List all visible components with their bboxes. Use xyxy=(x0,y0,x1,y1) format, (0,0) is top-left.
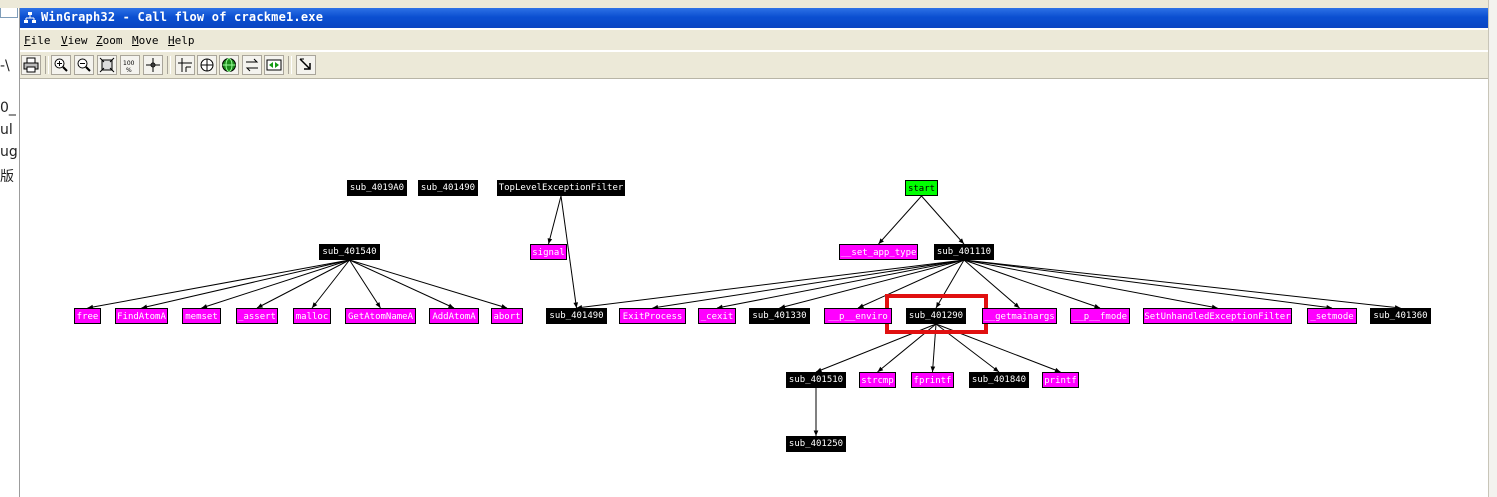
background-text-fragment: 0_ xyxy=(0,100,16,116)
graph-node-malloc[interactable]: malloc xyxy=(293,308,331,324)
toolbar-separator xyxy=(167,56,171,74)
svg-text:100: 100 xyxy=(123,60,135,67)
graph-edge xyxy=(548,195,562,245)
graph-node-sub-401490b[interactable]: sub_401490 xyxy=(546,308,607,324)
graph-node-p--environ[interactable]: __p__enviro xyxy=(824,308,892,324)
graph-node-sub-401290[interactable]: sub_401290 xyxy=(906,308,966,324)
zoom-in-button[interactable] xyxy=(51,55,71,75)
menu-bar: File View Zoom Move Help xyxy=(20,30,1488,50)
menu-zoom[interactable]: Zoom xyxy=(96,34,123,47)
graph-edges xyxy=(87,195,1401,436)
layout-icon xyxy=(178,58,192,72)
toolbar-separator xyxy=(288,56,292,74)
layout-button[interactable] xyxy=(175,55,195,75)
zoom-100-icon: 100% xyxy=(123,60,135,73)
background-text-fragment: ul xyxy=(0,122,13,138)
zoom-out-button[interactable] xyxy=(74,55,94,75)
graph-edge xyxy=(141,259,350,309)
graph-edge xyxy=(921,195,965,245)
graph-node-sub-401110[interactable]: sub_401110 xyxy=(934,244,994,260)
svg-text:%: % xyxy=(126,67,132,73)
crosshair-icon xyxy=(146,58,160,72)
radar-button[interactable] xyxy=(197,55,217,75)
follow-edge-button[interactable] xyxy=(219,55,239,75)
graph-node-toplevelexceptionfilter[interactable]: TopLevelExceptionFilter xyxy=(497,180,625,196)
graph-node-set-app-type[interactable]: __set_app_type xyxy=(839,244,918,260)
menu-help[interactable]: Help xyxy=(168,34,195,47)
graph-node-sub-401490[interactable]: sub_401490 xyxy=(418,180,478,196)
zoom-100-button[interactable]: 100% xyxy=(120,55,140,75)
zoom-in-icon xyxy=(54,58,68,72)
background-combo-box xyxy=(0,8,18,18)
graph-edge xyxy=(963,259,1333,309)
graph-node-free[interactable]: free xyxy=(74,308,101,324)
expand-icon xyxy=(266,59,282,71)
graph-edge xyxy=(349,259,508,309)
graph-node-p--fmode[interactable]: __p__fmode xyxy=(1070,308,1130,324)
menu-view[interactable]: View xyxy=(61,34,88,47)
graph-node-sub-401840[interactable]: sub_401840 xyxy=(969,372,1029,388)
graph-node-addatoma[interactable]: AddAtomA xyxy=(429,308,479,324)
print-button[interactable] xyxy=(21,55,41,75)
graph-node-memset[interactable]: memset xyxy=(182,308,221,324)
graph-node-sub-401510[interactable]: sub_401510 xyxy=(786,372,846,388)
zoom-out-icon xyxy=(77,58,91,72)
expand-button[interactable] xyxy=(264,55,284,75)
graph-node-getatomnamea[interactable]: GetAtomNameA xyxy=(345,308,416,324)
graph-node-getmainargs[interactable]: __getmainargs xyxy=(982,308,1057,324)
graph-node-sub-401360[interactable]: sub_401360 xyxy=(1370,308,1431,324)
graph-tree-icon xyxy=(24,12,36,23)
graph-node-sub-401330[interactable]: sub_401330 xyxy=(749,308,810,324)
graph-node-printf[interactable]: printf xyxy=(1042,372,1079,388)
graph-node-cexit[interactable]: _cexit xyxy=(698,308,736,324)
toolbar-separator xyxy=(45,56,49,74)
swap-button[interactable] xyxy=(242,55,262,75)
graph-node-sub-4019a0[interactable]: sub_4019A0 xyxy=(347,180,407,196)
printer-icon xyxy=(23,57,39,73)
center-button[interactable] xyxy=(143,55,163,75)
graph-edge xyxy=(963,259,1401,309)
background-text-fragment: 版 xyxy=(0,169,14,185)
graph-node-fprintf[interactable]: fprintf xyxy=(911,372,954,388)
graph-node-setmode[interactable]: _setmode xyxy=(1307,308,1357,324)
graph-node-strcmp[interactable]: strcmp xyxy=(859,372,896,388)
graph-node-exitprocess[interactable]: ExitProcess xyxy=(619,308,686,324)
background-scrollbar xyxy=(1488,0,1497,497)
pointer-button[interactable] xyxy=(296,55,316,75)
swap-icon xyxy=(245,58,259,72)
background-text-fragment: -\ xyxy=(0,58,10,74)
background-app-panel: -\ 0_ ul ug 版 xyxy=(0,8,20,497)
fit-icon xyxy=(99,57,115,73)
wingraph-window: WinGraph32 - Call flow of crackme1.exe F… xyxy=(20,8,1488,497)
graph-node-assert[interactable]: _assert xyxy=(236,308,278,324)
radar-icon xyxy=(200,58,214,72)
menu-move[interactable]: Move xyxy=(132,34,159,47)
toolbar: 100% xyxy=(20,52,1488,79)
graph-node-abort[interactable]: abort xyxy=(491,308,523,324)
graph-edge xyxy=(256,259,350,309)
graph-node-setunhandledexceptionfilter[interactable]: SetUnhandledExceptionFilter xyxy=(1143,308,1292,324)
graph-node-start[interactable]: start xyxy=(905,180,938,196)
title-bar[interactable]: WinGraph32 - Call flow of crackme1.exe xyxy=(20,8,1488,28)
menu-file[interactable]: File xyxy=(24,34,51,47)
pointer-icon xyxy=(299,58,311,70)
graph-node-sub-401540[interactable]: sub_401540 xyxy=(319,244,380,260)
graph-edge xyxy=(878,195,922,245)
fit-window-button[interactable] xyxy=(97,55,117,75)
globe-icon xyxy=(222,58,236,72)
graph-node-findatoma[interactable]: FindAtomA xyxy=(115,308,168,324)
graph-canvas[interactable]: sub_4019A0 sub_401490 TopLevelExceptionFil… xyxy=(20,79,1488,497)
graph-node-sub-401250[interactable]: sub_401250 xyxy=(786,436,846,452)
graph-edge xyxy=(87,259,350,309)
graph-node-signal[interactable]: signal xyxy=(530,244,567,260)
window-title: WinGraph32 - Call flow of crackme1.exe xyxy=(41,10,324,24)
graph-edge xyxy=(201,259,350,309)
background-text-fragment: ug xyxy=(0,144,18,160)
